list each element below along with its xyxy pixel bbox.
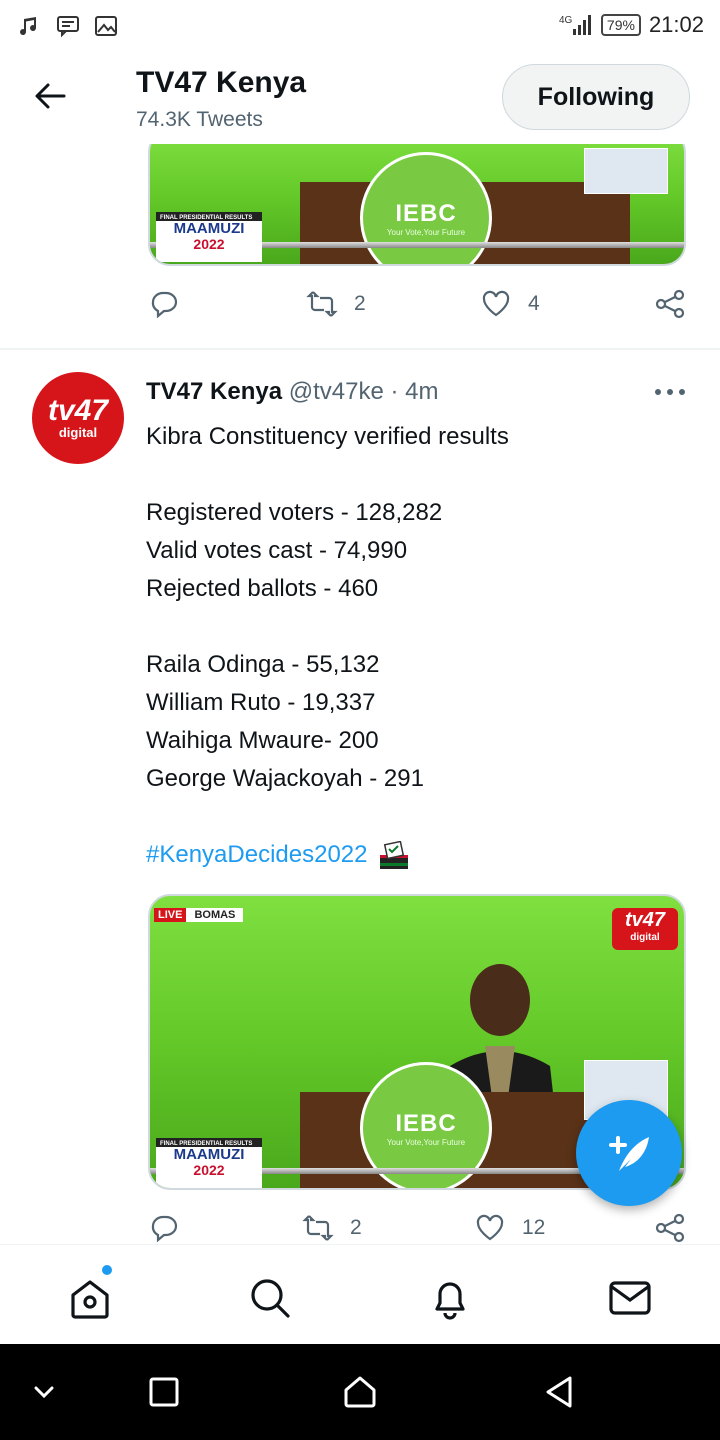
share-icon [655,1213,685,1243]
status-time: 21:02 [648,12,704,37]
retweet-count: 2 [350,1216,362,1239]
author-handle[interactable]: @tv47ke [289,378,384,405]
message-icon [57,16,79,38]
tv47-logo: tv47 digital [612,908,678,950]
maamuzi-badge: FINAL PRESIDENTIAL RESULTS MAAMUZI 2022 [156,1138,262,1188]
heart-icon [482,290,510,317]
previous-tweet-actions: 2 4 [148,288,688,328]
home-icon[interactable] [67,1275,113,1321]
tweet-line: Rejected ballots - 460 [146,575,379,602]
notifications-icon[interactable] [427,1275,473,1321]
retweet-icon [302,1215,334,1241]
tweet-line: Raila Odinga - 55,132 [146,651,380,678]
tweet-line: Registered voters - 128,282 [146,499,443,526]
iebc-logo: IEBC Your Vote,Your Future [360,152,492,264]
retweet-button[interactable]: 2 [306,288,366,320]
tweet-line [146,798,509,836]
signal-icon: 4G [559,15,591,35]
status-notification-icons [18,14,118,38]
recents-icon[interactable] [146,1374,182,1410]
avatar[interactable]: tv47 digital [32,372,124,464]
ballot-box-emoji-icon [380,840,409,869]
reply-button[interactable] [148,288,180,320]
compose-feather-icon [609,1136,649,1171]
tweet-count: 74.3K Tweets [136,108,263,131]
reply-button[interactable] [148,1212,180,1244]
profile-header: TV47 Kenya 74.3K Tweets Following [0,52,720,144]
like-count: 12 [522,1216,546,1239]
tweet-line: Valid votes cast - 74,990 [146,537,408,564]
new-content-dot [102,1265,112,1275]
reply-icon [151,1215,178,1243]
hashtag-line: #KenyaDecides2022 [146,836,509,874]
tweet-divider [0,348,720,350]
system-navigation-bar [0,1344,720,1440]
following-button[interactable]: Following [502,64,690,130]
home-button-icon[interactable] [342,1374,378,1410]
tweet-line [146,608,509,646]
separator-dot: · [390,378,399,405]
heart-icon [476,1214,504,1241]
status-system-info: 4G 79% 21:02 [559,12,704,38]
tweet-line: Waihiga Mwaure- 200 [146,727,379,754]
live-badge: LIVE BOMAS [154,908,244,922]
messages-icon[interactable] [607,1275,653,1321]
tweet-line [146,456,509,494]
tweet-text: Kibra Constituency verified results Regi… [146,418,509,874]
status-bar: 4G 79% 21:02 [0,0,720,52]
compose-tweet-button[interactable] [576,1100,682,1206]
tweet-line: Kibra Constituency verified results [146,423,509,450]
tweet-time[interactable]: 4m [405,378,438,405]
page-title: TV47 Kenya [136,66,307,99]
share-button[interactable] [654,1212,686,1244]
sign-language-inset [584,148,668,194]
more-options-icon[interactable] [654,388,686,396]
image-icon [95,16,117,36]
tweet-header: TV47 Kenya @tv47ke · 4m [146,378,439,406]
retweet-icon [306,291,338,317]
bottom-navigation [0,1244,720,1344]
share-button[interactable] [654,288,686,320]
collapse-icon[interactable] [26,1374,62,1410]
like-count: 4 [528,292,540,315]
previous-tweet-media[interactable]: IEBC Your Vote,Your Future FINAL PRESIDE… [148,130,686,266]
back-arrow-icon[interactable] [30,76,70,116]
share-icon [655,289,685,319]
reply-icon [151,291,178,319]
like-button[interactable]: 12 [474,1212,545,1244]
tweet-line: George Wajackoyah - 291 [146,765,424,792]
battery-indicator: 79% [600,14,641,36]
retweet-count: 2 [354,292,366,315]
tweet-line: William Ruto - 19,337 [146,689,376,716]
search-icon[interactable] [247,1275,293,1321]
like-button[interactable]: 4 [480,288,540,320]
hashtag-link[interactable]: #KenyaDecides2022 [146,841,368,868]
author-name[interactable]: TV47 Kenya [146,378,282,405]
music-icon [20,17,37,36]
back-button-icon[interactable] [542,1374,578,1410]
maamuzi-badge: FINAL PRESIDENTIAL RESULTS MAAMUZI 2022 [156,212,262,262]
retweet-button[interactable]: 2 [302,1212,362,1244]
svg-text:4G: 4G [559,15,573,26]
